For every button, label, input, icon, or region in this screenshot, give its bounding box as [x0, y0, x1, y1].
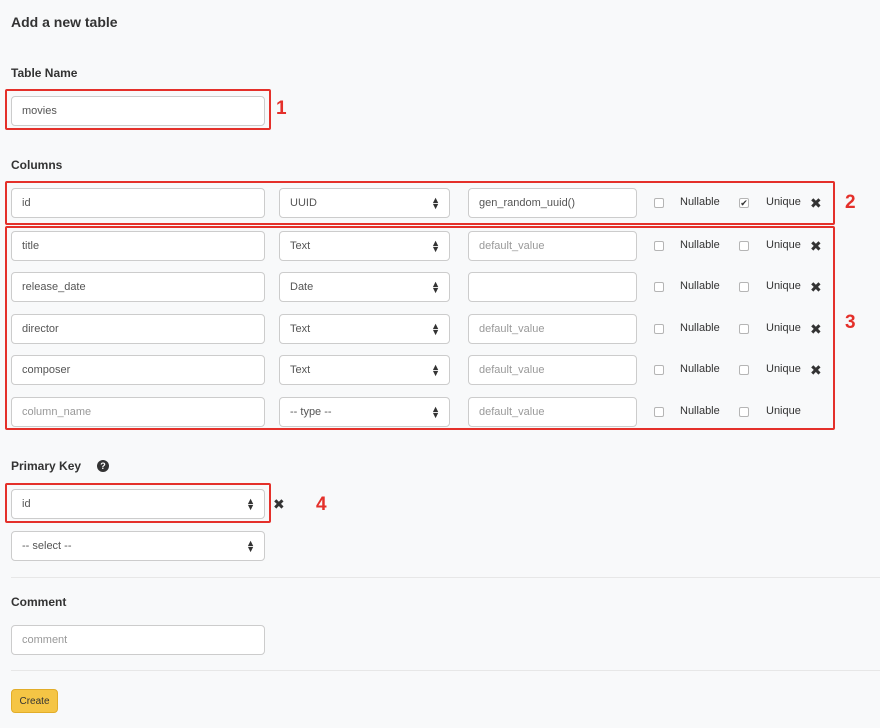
primary-key-select[interactable]: -- select -- ▲ ▼: [11, 531, 265, 561]
primary-key-help-icon[interactable]: ?: [97, 460, 109, 472]
remove-primary-key-icon[interactable]: ✖: [273, 497, 285, 511]
annotation-box-other-columns: [5, 226, 835, 430]
comment-label: Comment: [11, 595, 67, 609]
comment-input[interactable]: comment: [11, 625, 265, 655]
annotation-box-primary-key: [5, 483, 271, 523]
section-divider: [11, 670, 880, 671]
annotation-marker-3: 3: [845, 312, 856, 333]
create-button[interactable]: Create: [11, 689, 58, 713]
annotation-marker-1: 1: [276, 98, 287, 119]
primary-key-value: -- select --: [22, 540, 72, 552]
primary-key-label: Primary Key: [11, 459, 82, 473]
section-divider: [11, 577, 880, 578]
select-arrows-icon: ▲ ▼: [246, 538, 255, 554]
page-title: Add a new table: [11, 14, 118, 30]
annotation-box-table-name: [5, 89, 271, 130]
table-name-label: Table Name: [11, 66, 78, 80]
annotation-box-id-column: [5, 181, 835, 225]
annotation-marker-4: 4: [316, 494, 327, 515]
annotation-marker-2: 2: [845, 192, 856, 213]
columns-label: Columns: [11, 158, 63, 172]
